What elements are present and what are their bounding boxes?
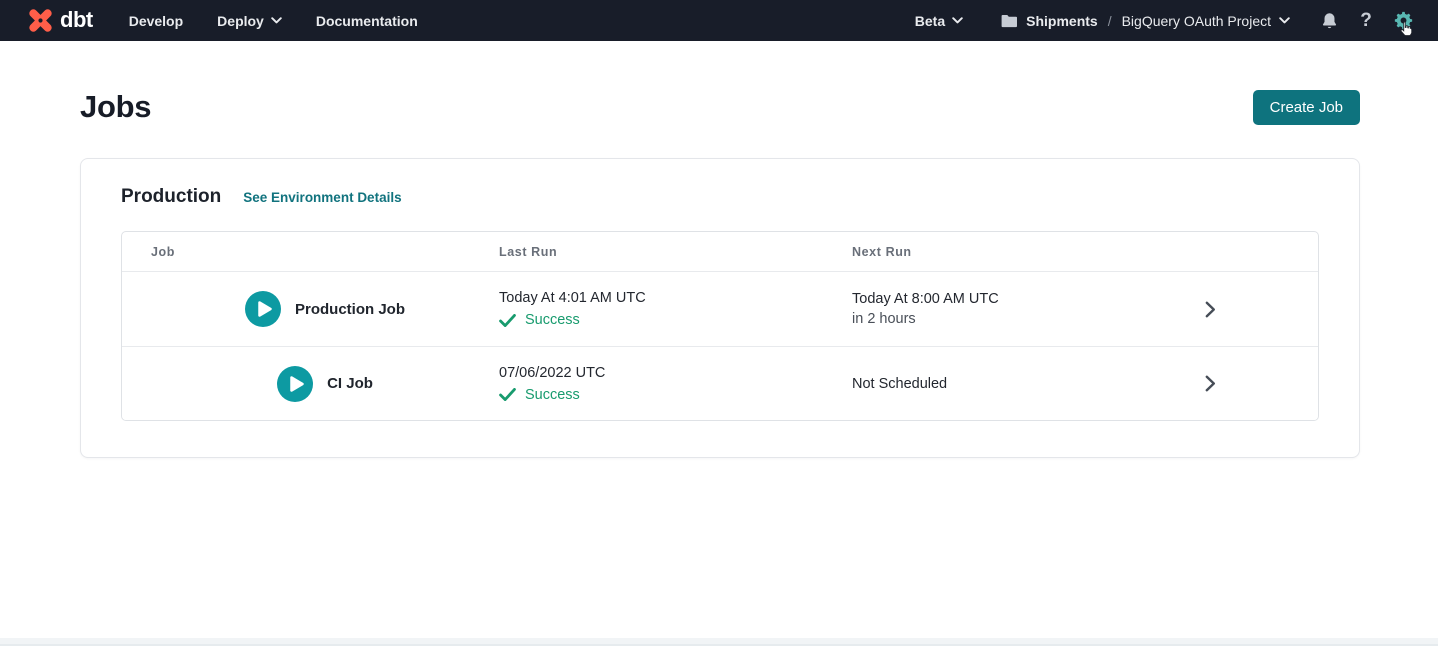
chevron-down-icon	[1279, 17, 1290, 24]
table-row-production-job[interactable]: Production Job Today At 4:01 AM UTC Succ…	[122, 272, 1318, 346]
notifications-button[interactable]	[1318, 10, 1340, 32]
table-row-ci-job[interactable]: CI Job 07/06/2022 UTC Success Not Schedu…	[122, 346, 1318, 420]
check-icon	[499, 314, 516, 327]
run-job-button[interactable]	[277, 366, 313, 402]
chevron-right-icon[interactable]	[1205, 375, 1216, 392]
chevron-down-icon	[952, 17, 963, 24]
navbar-right: Beta Shipments / BigQuery OAuth Project	[915, 10, 1414, 32]
project-name: Shipments	[1026, 13, 1098, 29]
job-cell: Production Job	[122, 272, 499, 346]
next-run-cell: Not Scheduled	[852, 347, 1152, 420]
bottom-edge-strip	[0, 638, 1438, 646]
job-name: CI Job	[327, 375, 373, 392]
next-run-cell: Today At 8:00 AM UTC in 2 hours	[852, 272, 1152, 346]
beta-dropdown[interactable]: Beta	[915, 13, 963, 29]
status-text: Success	[525, 385, 580, 405]
last-run-cell: Today At 4:01 AM UTC Success	[499, 272, 852, 346]
environment-card: Production See Environment Details Job L…	[80, 158, 1360, 458]
last-run-status: Success	[499, 310, 852, 330]
last-run-time: Today At 4:01 AM UTC	[499, 288, 852, 308]
last-run-cell: 07/06/2022 UTC Success	[499, 347, 852, 420]
environment-title: Production	[121, 186, 221, 208]
last-run-time: 07/06/2022 UTC	[499, 363, 852, 383]
settings-button[interactable]	[1392, 10, 1414, 32]
dbt-logo[interactable]: dbt	[28, 8, 93, 33]
nav-item-documentation[interactable]: Documentation	[316, 13, 418, 29]
chevron-down-icon	[271, 17, 282, 24]
next-run-time: Not Scheduled	[852, 374, 1152, 394]
column-header-next-run: Next Run	[852, 245, 1152, 259]
main-content: Jobs Create Job Production See Environme…	[0, 89, 1438, 458]
main-nav: Develop Deploy Documentation	[129, 13, 418, 29]
row-arrow-cell	[1152, 347, 1318, 420]
help-button[interactable]: ?	[1355, 10, 1377, 32]
run-job-button[interactable]	[245, 291, 281, 327]
environment-name: BigQuery OAuth Project	[1122, 13, 1290, 29]
nav-item-label: Deploy	[217, 13, 264, 29]
folder-icon	[1001, 14, 1018, 28]
bell-icon	[1321, 12, 1338, 30]
navbar-icon-group: ?	[1318, 10, 1414, 32]
column-header-last-run: Last Run	[499, 245, 852, 259]
job-cell: CI Job	[122, 347, 499, 420]
create-job-button[interactable]: Create Job	[1253, 90, 1360, 125]
play-icon	[245, 291, 281, 327]
next-run-time: Today At 8:00 AM UTC	[852, 289, 1152, 309]
status-text: Success	[525, 310, 580, 330]
last-run-status: Success	[499, 385, 852, 405]
environment-card-header: Production See Environment Details	[121, 186, 1319, 208]
jobs-table-header: Job Last Run Next Run	[122, 232, 1318, 272]
page-title: Jobs	[80, 89, 151, 125]
column-header-job: Job	[122, 245, 499, 259]
nav-item-deploy[interactable]: Deploy	[217, 13, 282, 29]
job-name: Production Job	[295, 301, 405, 318]
top-navbar: dbt Develop Deploy Documentation Beta Sh…	[0, 0, 1438, 41]
environment-name-label: BigQuery OAuth Project	[1122, 13, 1271, 29]
help-icon: ?	[1360, 11, 1372, 30]
project-breadcrumb[interactable]: Shipments / BigQuery OAuth Project	[1001, 13, 1290, 29]
dbt-logo-icon	[28, 8, 53, 33]
nav-item-label: Develop	[129, 13, 183, 29]
settings-gear-icon	[1394, 11, 1413, 30]
row-arrow-cell	[1152, 272, 1318, 346]
jobs-table: Job Last Run Next Run Production Job	[121, 231, 1319, 421]
play-icon	[277, 366, 313, 402]
nav-item-label: Documentation	[316, 13, 418, 29]
chevron-right-icon[interactable]	[1205, 301, 1216, 318]
nav-item-develop[interactable]: Develop	[129, 13, 183, 29]
dbt-logo-text: dbt	[60, 9, 93, 33]
check-icon	[499, 388, 516, 401]
beta-label: Beta	[915, 13, 945, 29]
see-environment-details-link[interactable]: See Environment Details	[243, 190, 401, 205]
next-run-relative: in 2 hours	[852, 309, 1152, 329]
breadcrumb-separator: /	[1108, 13, 1112, 29]
page-header: Jobs Create Job	[80, 89, 1360, 125]
